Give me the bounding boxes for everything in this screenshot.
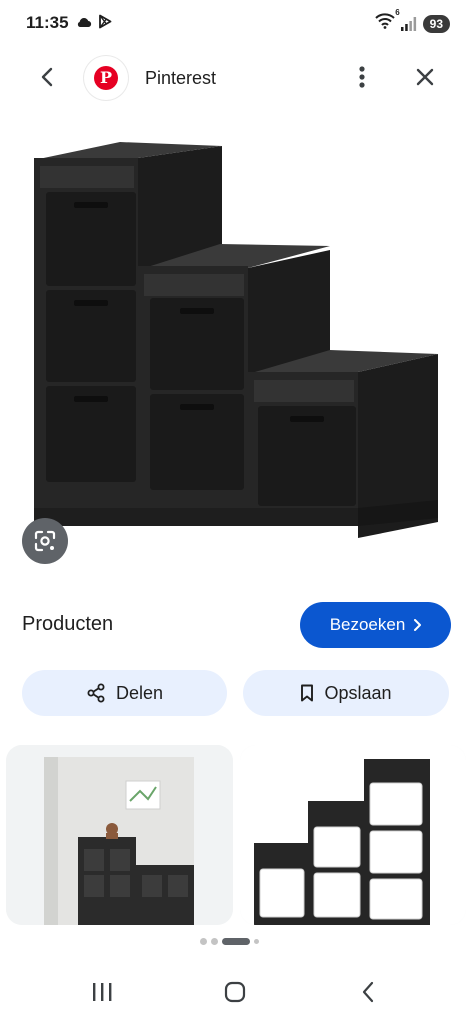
- close-icon: [416, 68, 434, 86]
- signal-icon: [400, 16, 416, 31]
- pinterest-logo: P: [84, 56, 128, 100]
- play-store-icon: [99, 14, 112, 29]
- status-bar: 11:35 6 93: [0, 0, 472, 46]
- storage-shelf-illustration: [34, 142, 438, 538]
- wifi-icon: [374, 13, 395, 29]
- cloud-icon: [77, 17, 92, 27]
- status-left-icons: [76, 14, 112, 29]
- save-button-label: Opslaan: [324, 682, 392, 703]
- save-button[interactable]: Opslaan: [243, 670, 449, 716]
- product-image[interactable]: [0, 110, 472, 580]
- wifi-indicator: 6: [374, 8, 400, 34]
- system-back-button[interactable]: [348, 976, 388, 1008]
- bookmark-icon: [301, 684, 314, 702]
- pager-dot: [211, 938, 218, 945]
- pager-dot-active: [222, 938, 250, 945]
- share-button[interactable]: Delen: [22, 670, 227, 716]
- system-back-icon: [362, 981, 374, 1003]
- visit-button[interactable]: Bezoeken: [300, 602, 451, 648]
- related-image-card[interactable]: [240, 745, 466, 925]
- pinterest-logo-mark: P: [94, 66, 118, 90]
- system-nav-bar: [0, 960, 472, 1024]
- share-icon: [87, 683, 105, 703]
- back-button[interactable]: [30, 60, 64, 94]
- chevron-right-icon: [414, 619, 422, 631]
- site-title: Pinterest: [145, 68, 217, 88]
- status-right: 6 93: [374, 8, 450, 34]
- lens-icon: [34, 530, 56, 552]
- close-button[interactable]: [408, 60, 442, 94]
- home-icon: [224, 981, 246, 1003]
- related-image-card[interactable]: [6, 745, 233, 925]
- visit-button-label: Bezoeken: [329, 615, 406, 634]
- share-button-label: Delen: [115, 682, 164, 703]
- products-label: Producten: [22, 613, 114, 635]
- top-bar: P Pinterest: [0, 52, 472, 106]
- status-time: 11:35: [26, 13, 69, 32]
- battery-indicator: 93: [422, 14, 450, 33]
- pager-dot: [254, 939, 259, 944]
- more-vert-icon: [359, 66, 365, 88]
- shelf-white-bins-thumbnail: [240, 745, 466, 925]
- home-button[interactable]: [215, 976, 255, 1008]
- pager-dot: [200, 938, 207, 945]
- room-photo-thumbnail: [6, 745, 233, 925]
- image-pager: [200, 938, 259, 945]
- arrow-back-icon: [41, 67, 53, 87]
- recent-apps-icon: [93, 983, 112, 1001]
- recent-apps-button[interactable]: [82, 976, 122, 1008]
- google-lens-button[interactable]: [22, 518, 68, 564]
- more-options-button[interactable]: [348, 60, 376, 94]
- wifi-badge: 6: [395, 8, 400, 17]
